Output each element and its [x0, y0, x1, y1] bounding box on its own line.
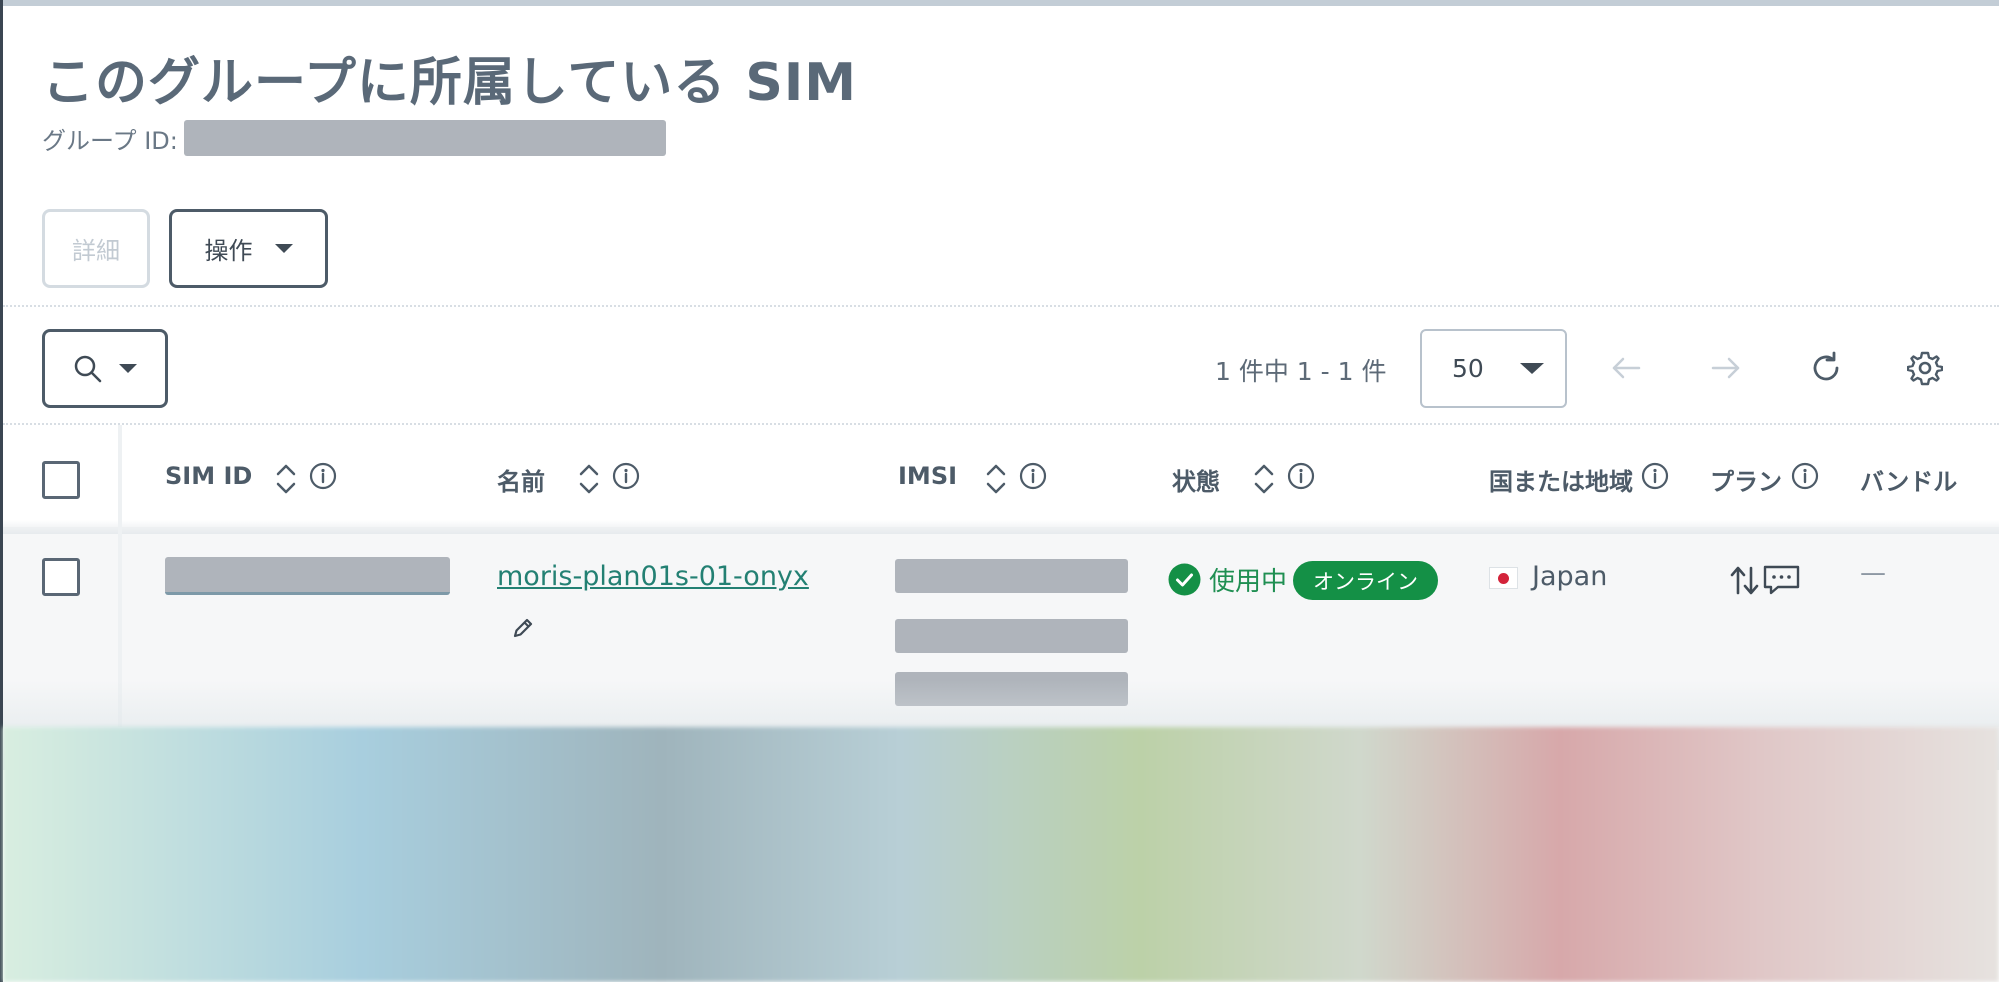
gear-icon[interactable] [1907, 350, 1943, 386]
imsi-redacted [895, 559, 1128, 593]
info-icon[interactable] [612, 462, 640, 490]
info-icon[interactable] [309, 462, 337, 490]
plan-capability-icons [1730, 565, 1800, 595]
per-page-select[interactable]: 50 [1420, 329, 1567, 408]
search-icon [74, 355, 102, 382]
refresh-icon[interactable] [1808, 350, 1844, 386]
chevron-down-icon [1519, 363, 1544, 374]
country-value: Japan [1532, 561, 1608, 592]
sort-icon[interactable] [984, 462, 1008, 496]
status-label: 使用中 [1209, 567, 1288, 597]
info-icon[interactable] [1287, 462, 1315, 490]
action-dropdown-button[interactable]: 操作 [169, 209, 328, 288]
data-transfer-icon [1730, 566, 1759, 595]
select-all-checkbox[interactable] [42, 461, 80, 499]
info-icon[interactable] [1641, 462, 1669, 490]
online-status-badge: オンライン [1293, 561, 1438, 600]
action-button-label: 操作 [204, 238, 253, 265]
sim-id-redacted[interactable] [165, 557, 450, 595]
group-id-row: グループ ID: [42, 120, 666, 156]
sort-icon[interactable] [274, 462, 298, 496]
column-header-sim-id[interactable]: SIM ID [165, 462, 252, 490]
divider [3, 305, 1999, 307]
per-page-value: 50 [1452, 354, 1484, 383]
pagination-count: 1 件中 1 - 1 件 [1215, 357, 1387, 386]
column-header-status[interactable]: 状態 [1172, 462, 1220, 497]
check-circle-icon [1168, 563, 1201, 596]
japan-flag-icon [1489, 567, 1518, 589]
bundle-value: — [1860, 558, 1886, 588]
info-icon[interactable] [1791, 462, 1819, 490]
page-title: このグループに所属している SIM [42, 53, 857, 113]
group-id-value-redacted [183, 120, 666, 156]
chevron-down-icon [274, 244, 293, 253]
search-filter-button[interactable] [42, 329, 168, 408]
chevron-down-icon [119, 364, 137, 373]
imsi-redacted [895, 619, 1128, 653]
info-icon[interactable] [1019, 462, 1047, 490]
detail-button[interactable]: 詳細 [42, 209, 150, 288]
arrow-left-icon[interactable] [1608, 350, 1644, 386]
column-header-imsi[interactable]: IMSI [898, 462, 957, 490]
group-id-label: グループ ID: [42, 126, 178, 155]
column-header-name[interactable]: 名前 [497, 462, 545, 497]
blurred-background [3, 727, 1999, 982]
header-shadow [3, 520, 1999, 534]
top-accent-bar [0, 0, 1999, 6]
sim-name-link[interactable]: moris-plan01s-01-onyx [497, 561, 809, 592]
sort-icon[interactable] [577, 462, 601, 496]
row-checkbox[interactable] [42, 558, 80, 596]
column-header-country: 国または地域 [1489, 468, 1633, 496]
column-header-bundle: バンドル [1860, 468, 1958, 496]
sms-icon [1763, 565, 1800, 595]
pencil-icon[interactable] [510, 615, 536, 641]
arrow-right-icon[interactable] [1708, 350, 1744, 386]
column-header-plan: プラン [1710, 468, 1782, 496]
sort-icon[interactable] [1252, 462, 1276, 496]
